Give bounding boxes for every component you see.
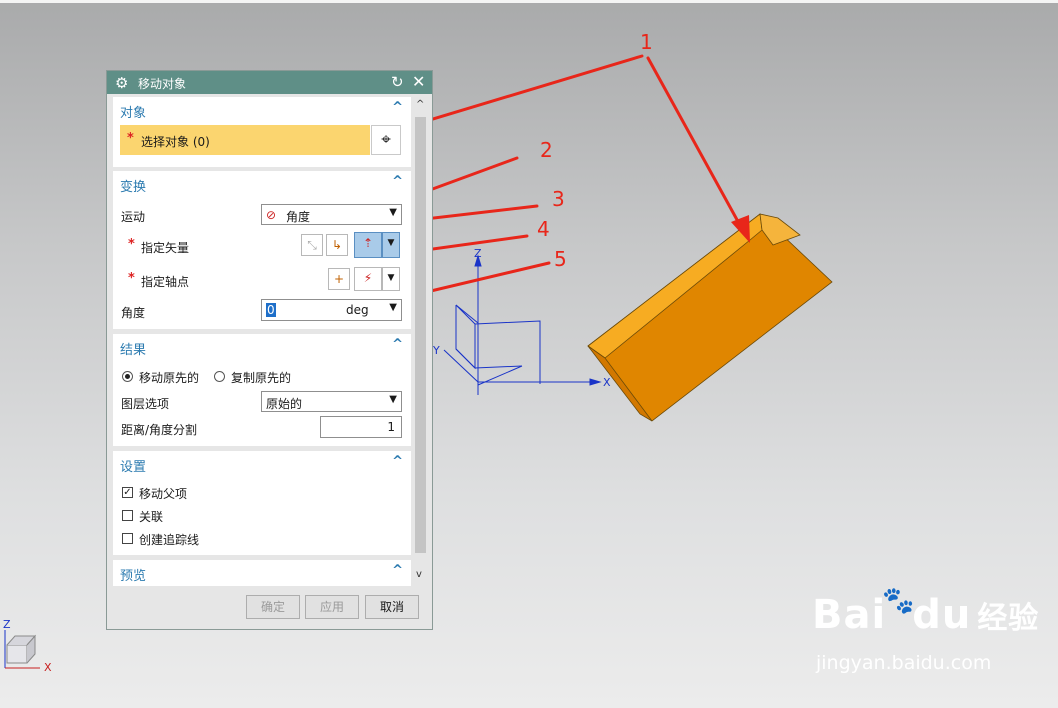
dialog-title: 移动对象 (138, 77, 187, 91)
annotation-2: 2 (540, 138, 553, 162)
point-options-dropdown[interactable]: ▼ (382, 267, 400, 291)
radio-copy-original[interactable] (214, 371, 225, 382)
specify-vector-label: 指定矢量 (141, 241, 190, 255)
collapse-chevron-icon[interactable]: ^ (392, 337, 403, 352)
group-transform-header[interactable]: 变换 (120, 176, 146, 195)
split-value: 1 (387, 420, 395, 434)
group-result-header[interactable]: 结果 (120, 339, 146, 358)
radio-copy-original-label[interactable]: 复制原先的 (231, 369, 291, 386)
corner-triad (4, 630, 40, 669)
scroll-down-icon[interactable]: v (416, 569, 422, 580)
ok-button[interactable]: 确定 (246, 595, 300, 619)
required-mark: * (127, 131, 134, 146)
create-trace-checkbox[interactable] (122, 533, 133, 544)
move-object-dialog: ⚙ 移动对象 ↻ ✕ 对象 ^ * 选择对象 (0) ⌖ 变换 ^ 运动 ⊘ 角… (106, 70, 433, 630)
radio-move-original[interactable] (122, 371, 133, 382)
layer-option-value: 原始的 (266, 397, 303, 411)
orange-block (587, 213, 833, 422)
distance-angle-split-input[interactable]: 1 (320, 416, 402, 438)
angle-label: 角度 (121, 306, 146, 320)
corner-axis-z: Z (3, 618, 11, 631)
axis-label-y: Y (433, 344, 440, 357)
move-parent-checkbox[interactable]: ✓ (122, 487, 133, 498)
dialog-titlebar: ⚙ 移动对象 ↻ ✕ (107, 71, 432, 94)
angle-unit[interactable]: deg (346, 303, 369, 317)
scroll-thumb[interactable] (415, 117, 426, 553)
point-dialog-icon[interactable]: + (328, 268, 350, 290)
apply-button[interactable]: 应用 (305, 595, 359, 619)
angle-value: 0 (266, 303, 276, 317)
group-transform: 变换 ^ 运动 ⊘ 角度 ▼ * 指定矢量 ⤡ ↳ ⇡ ▼ * 指定轴点 + ⚡… (113, 171, 411, 329)
angle-input[interactable]: 0 deg ▼ (261, 299, 402, 321)
crosshair-select-icon[interactable]: ⌖ (371, 125, 401, 155)
required-mark: * (128, 237, 135, 252)
motion-value: 角度 (286, 210, 311, 224)
axis-label-x: X (603, 376, 611, 389)
group-object-header[interactable]: 对象 (120, 102, 146, 121)
angle-motion-icon: ⊘ (266, 208, 277, 222)
watermark-main: Bai du 经验 (812, 592, 1040, 638)
group-result: 结果 ^ 移动原先的 复制原先的 图层选项 原始的 ▼ 距离/角度分割 1 (113, 334, 411, 446)
specify-pivot-label: 指定轴点 (141, 275, 190, 289)
paw-logo-icon: 🐾 (882, 586, 915, 616)
annotation-5: 5 (554, 247, 567, 271)
axis-label-z: Z (474, 247, 482, 260)
motion-label: 运动 (121, 210, 146, 224)
chevron-down-icon: ▼ (389, 207, 397, 218)
group-preview: 预览 ^ (113, 560, 411, 586)
annotation-1: 1 (640, 30, 653, 54)
inferred-point-icon[interactable]: ⚡ (354, 267, 382, 291)
close-icon[interactable]: ✕ (412, 72, 425, 91)
required-mark: * (128, 271, 135, 286)
select-object-row[interactable]: * 选择对象 (0) (120, 125, 370, 155)
layer-option-dropdown[interactable]: 原始的 ▼ (261, 391, 402, 412)
inferred-vector-icon[interactable]: ⇡ (354, 232, 382, 258)
vector-dialog-icon[interactable]: ↳ (326, 234, 348, 256)
move-parent-label[interactable]: 移动父项 (139, 485, 187, 502)
collapse-chevron-icon[interactable]: ^ (392, 174, 403, 189)
collapse-chevron-icon[interactable]: ^ (392, 563, 403, 578)
group-preview-header[interactable]: 预览 (120, 565, 146, 584)
vector-options-dropdown[interactable]: ▼ (382, 232, 400, 258)
radio-move-original-label[interactable]: 移动原先的 (139, 369, 199, 386)
associative-checkbox[interactable] (122, 510, 133, 521)
collapse-chevron-icon[interactable]: ^ (392, 454, 403, 469)
reverse-direction-icon[interactable]: ⤡ (301, 234, 323, 256)
reset-icon[interactable]: ↻ (391, 73, 404, 91)
annotation-4: 4 (537, 217, 550, 241)
annotation-3: 3 (552, 187, 565, 211)
dialog-scrollbar[interactable]: ^ v (414, 95, 426, 587)
watermark-url: jingyan.baidu.com (816, 652, 992, 674)
collapse-chevron-icon[interactable]: ^ (392, 100, 403, 115)
scroll-up-icon[interactable]: ^ (416, 99, 424, 110)
group-settings-header[interactable]: 设置 (120, 456, 146, 475)
create-trace-label[interactable]: 创建追踪线 (139, 531, 199, 548)
cancel-button[interactable]: 取消 (365, 595, 419, 619)
watermark-du: du (912, 592, 972, 638)
motion-dropdown[interactable]: ⊘ 角度 ▼ (261, 204, 402, 225)
chevron-down-icon: ▼ (389, 394, 397, 405)
select-object-label: 选择对象 (0) (141, 135, 210, 149)
watermark-cn: 经验 (977, 601, 1040, 636)
gear-icon[interactable]: ⚙ (115, 74, 128, 92)
distance-angle-split-label: 距离/角度分割 (121, 423, 198, 437)
group-object: 对象 ^ * 选择对象 (0) ⌖ (113, 97, 411, 167)
layer-option-label: 图层选项 (121, 397, 170, 411)
chevron-down-icon: ▼ (389, 302, 397, 313)
corner-axis-x: X (44, 661, 52, 674)
wcs-triad (443, 254, 602, 395)
associative-label[interactable]: 关联 (139, 508, 163, 525)
group-settings: 设置 ^ ✓ 移动父项 关联 创建追踪线 (113, 451, 411, 555)
